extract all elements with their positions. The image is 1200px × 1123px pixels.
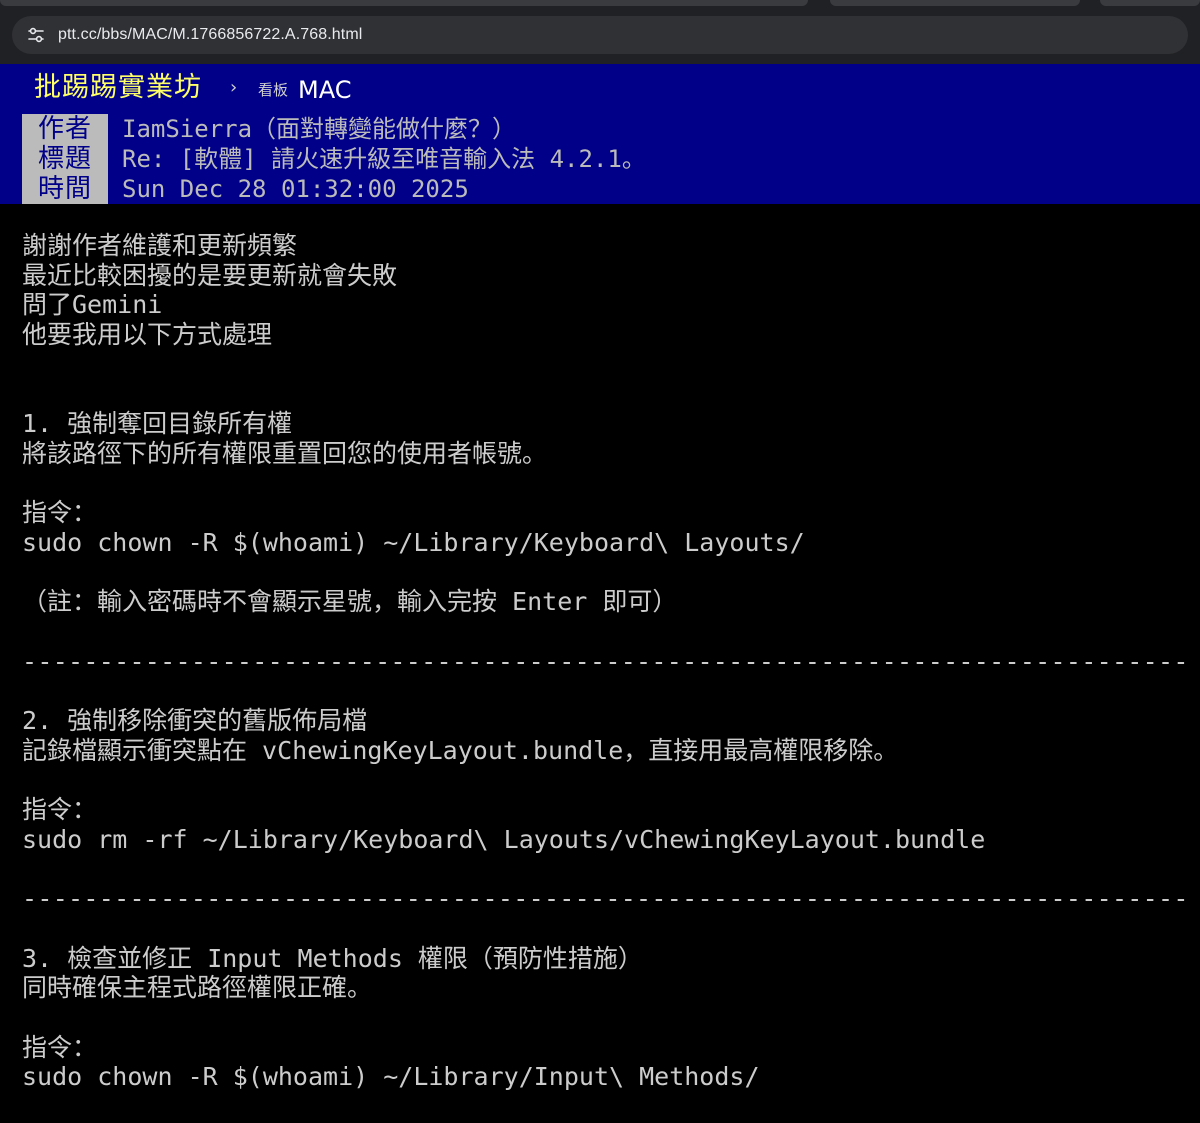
body-line: 指令： <box>22 498 98 528</box>
meta-value-author: IamSierra（面對轉變能做什麼？） <box>122 115 517 143</box>
body-line <box>22 914 1192 944</box>
body-line <box>22 1003 1192 1033</box>
meta-key-title: 標題 <box>22 144 108 174</box>
body-line: 最近比較困擾的是要更新就會失敗 <box>22 260 398 290</box>
board-label: 看板 <box>258 81 289 99</box>
body-line: 3. 檢查並修正 Input Methods 權限（預防性措施） <box>22 943 643 973</box>
separator-line: ----------------------------------------… <box>22 884 1192 914</box>
meta-row-time: 時間 Sun Dec 28 01:32:00 2025 <box>0 174 1200 204</box>
tune-icon[interactable] <box>18 17 54 53</box>
ptt-top-bar: 批踢踢實業坊 › 看板 MAC <box>0 64 1200 114</box>
site-logo-link[interactable]: 批踢踢實業坊 <box>34 70 202 106</box>
meta-value-time: Sun Dec 28 01:32:00 2025 <box>122 175 469 203</box>
board-name-link[interactable]: MAC <box>298 74 351 106</box>
command-line: sudo chown -R $(whoami) ~/Library/Input\… <box>22 1062 760 1092</box>
meta-row-author: 作者 IamSierra（面對轉變能做什麼？） <box>0 114 1200 144</box>
body-line <box>22 379 1192 409</box>
meta-key-author: 作者 <box>22 114 108 144</box>
body-line: 問了Gemini <box>22 290 163 320</box>
body-line <box>22 617 1192 647</box>
body-line <box>22 676 1192 706</box>
article-body: 謝謝作者維護和更新頻繁 最近比較困擾的是要更新就會失敗 問了Gemini 他要我… <box>22 231 1192 1092</box>
body-line: （註：輸入密碼時不會顯示星號，輸入完按 Enter 即可） <box>22 587 678 617</box>
command-line: sudo rm -rf ~/Library/Keyboard\ Layouts/… <box>22 824 986 854</box>
body-line: 謝謝作者維護和更新頻繁 <box>22 231 298 260</box>
body-line: 1. 強制奪回目錄所有權 <box>22 409 293 439</box>
omnibox[interactable]: ptt.cc/bbs/MAC/M.1766856722.A.768.html <box>12 16 1188 54</box>
browser-tab[interactable] <box>0 0 808 6</box>
body-line <box>22 350 1192 380</box>
body-line: 指令： <box>22 1032 98 1062</box>
body-line <box>22 765 1192 795</box>
browser-tab[interactable] <box>830 0 1080 6</box>
body-line: 將該路徑下的所有權限重置回您的使用者帳號。 <box>22 438 548 468</box>
command-line: sudo chown -R $(whoami) ~/Library/Keyboa… <box>22 527 805 557</box>
body-line <box>22 469 1192 499</box>
body-line: 2. 強制移除衝突的舊版佈局檔 <box>22 706 368 735</box>
body-line: 他要我用以下方式處理 <box>22 320 273 350</box>
meta-row-title: 標題 Re: [軟體] 請火速升級至唯音輸入法 4.2.1。 <box>0 144 1200 174</box>
browser-tab-strip <box>0 0 1200 8</box>
body-line <box>22 558 1192 588</box>
meta-key-time: 時間 <box>22 174 108 204</box>
browser-tab[interactable] <box>1100 0 1200 6</box>
breadcrumb-chevron-icon: › <box>230 77 238 98</box>
body-line: 同時確保主程式路徑權限正確。 <box>22 973 373 1003</box>
article-meta: 作者 IamSierra（面對轉變能做什麼？） 標題 Re: [軟體] 請火速升… <box>0 114 1200 204</box>
body-line <box>22 854 1192 884</box>
meta-value-title: Re: [軟體] 請火速升級至唯音輸入法 4.2.1。 <box>122 145 646 173</box>
url-text[interactable]: ptt.cc/bbs/MAC/M.1766856722.A.768.html <box>58 26 362 44</box>
body-line: 記錄檔顯示衝突點在 vChewingKeyLayout.bundle，直接用最高… <box>22 735 899 765</box>
browser-address-bar: ptt.cc/bbs/MAC/M.1766856722.A.768.html <box>0 8 1200 64</box>
body-line: 指令： <box>22 795 98 825</box>
separator-line: ----------------------------------------… <box>22 646 1192 676</box>
